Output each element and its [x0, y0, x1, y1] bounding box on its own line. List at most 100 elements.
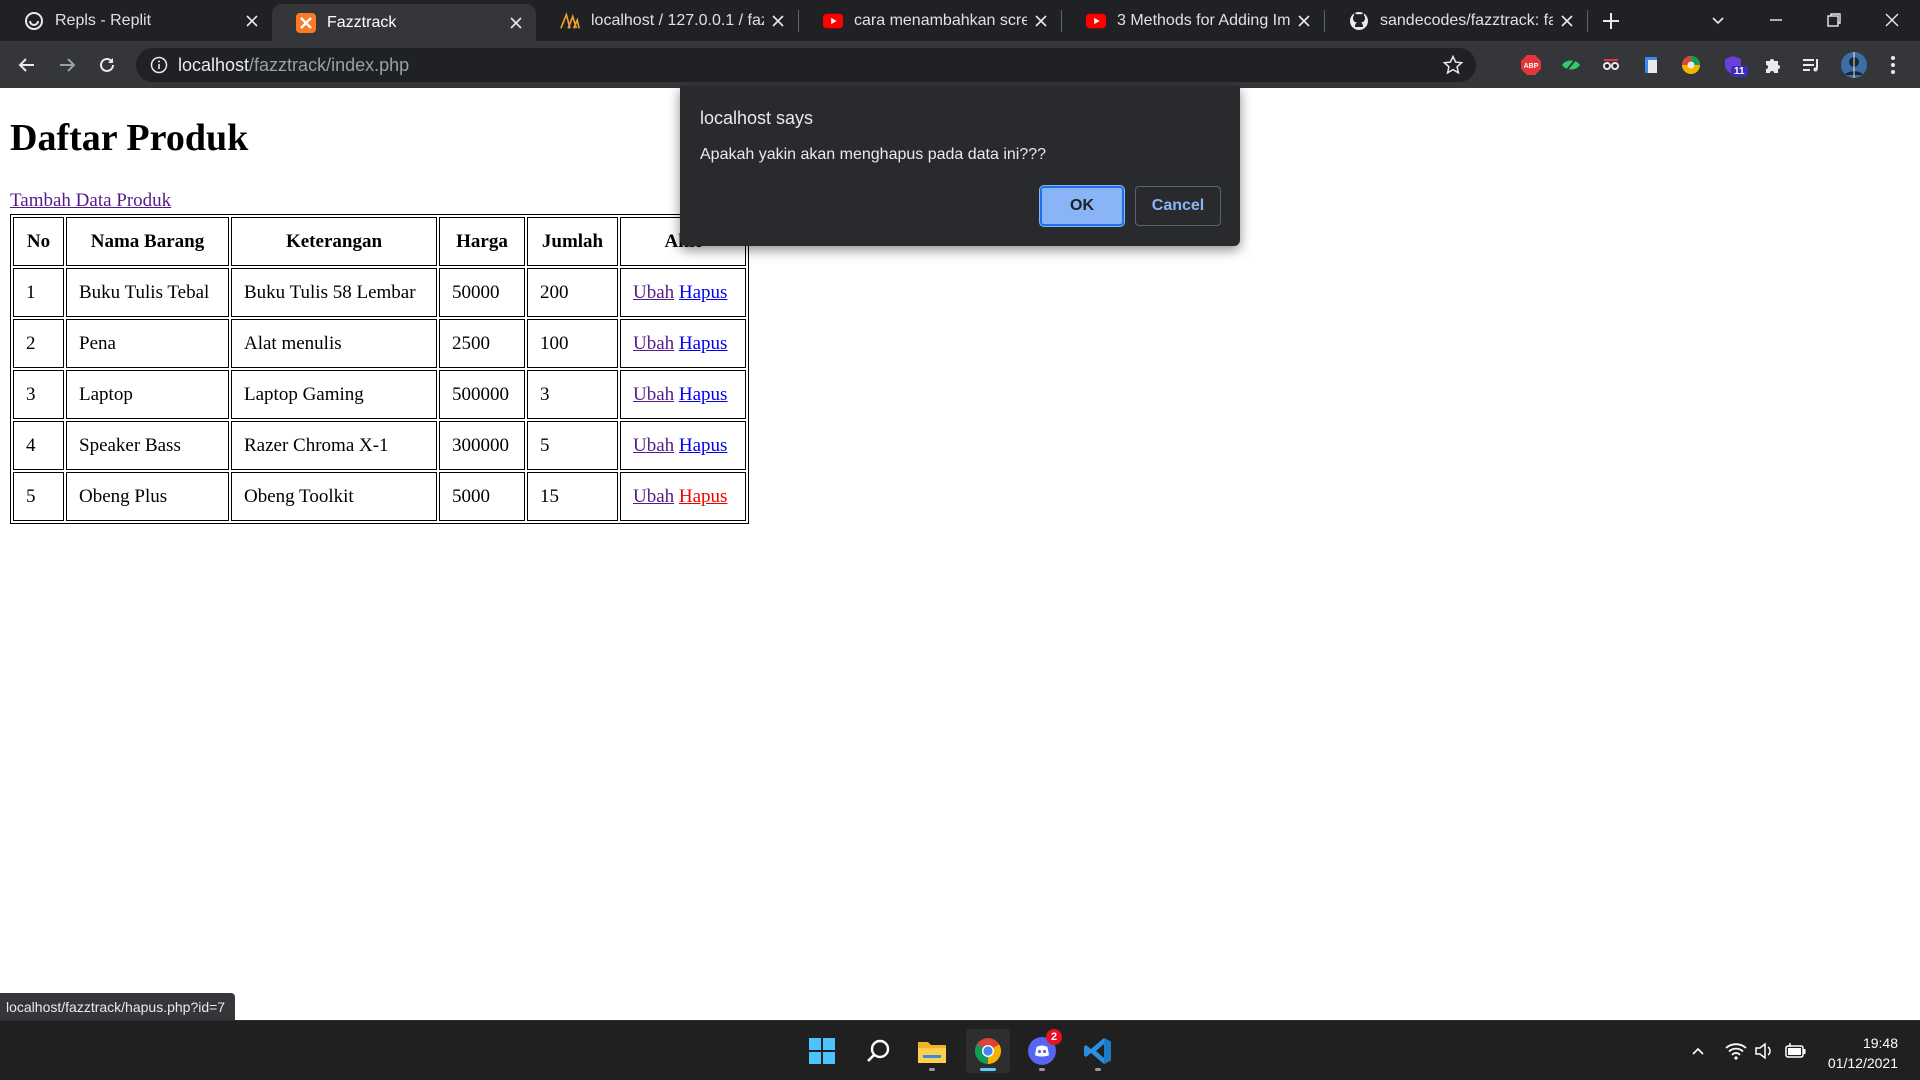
cell-price: 5000 [439, 472, 525, 521]
cell-no: 2 [13, 319, 64, 368]
adblock-plus-icon[interactable]: ABP [1520, 54, 1542, 76]
dialog-message: Apakah yakin akan menghapus pada data in… [700, 146, 1047, 163]
table-row: 4 Speaker Bass Razer Chroma X-1 300000 5… [13, 421, 746, 470]
address-bar[interactable]: localhost/fazztrack/index.php [136, 48, 1476, 82]
vscode-icon[interactable] [1076, 1029, 1120, 1073]
delete-link[interactable]: Hapus [679, 486, 728, 507]
running-indicator [1095, 1068, 1101, 1071]
battery-icon[interactable] [1784, 1039, 1808, 1063]
header-desc: Keterangan [231, 217, 437, 266]
close-icon[interactable] [770, 13, 786, 29]
add-product-link[interactable]: Tambah Data Produk [10, 190, 171, 212]
table-row: 1 Buku Tulis Tebal Buku Tulis 58 Lembar … [13, 268, 746, 317]
tab-github[interactable]: sandecodes/fazztrack: fazztrack [1325, 0, 1587, 41]
restore-icon[interactable] [1806, 0, 1862, 40]
tab-fazztrack[interactable]: Fazztrack [272, 4, 536, 41]
chevron-up-icon[interactable] [1686, 1039, 1710, 1063]
site-info-icon[interactable] [150, 56, 168, 74]
avatar[interactable] [1840, 51, 1868, 79]
close-icon[interactable] [1033, 13, 1049, 29]
search-icon[interactable] [856, 1029, 900, 1073]
url-text: localhost/fazztrack/index.php [178, 55, 409, 76]
url-path: /fazztrack/index.php [249, 55, 410, 75]
cell-qty: 3 [527, 370, 618, 419]
youtube-icon [823, 11, 843, 31]
extension-badge-icon[interactable]: 11 [1722, 54, 1748, 77]
header-no: No [13, 217, 64, 266]
cell-qty: 200 [527, 268, 618, 317]
dialog-title: localhost says [700, 108, 814, 128]
close-icon[interactable] [1559, 13, 1575, 29]
reload-icon[interactable] [91, 49, 123, 81]
cell-actions: Ubah Hapus [620, 472, 746, 521]
cell-name: Pena [66, 319, 229, 368]
cell-qty: 5 [527, 421, 618, 470]
cell-desc: Buku Tulis 58 Lembar [231, 268, 437, 317]
windows-start-icon[interactable] [800, 1029, 844, 1073]
tab-title: cara menambahkan screenshot [854, 11, 1027, 29]
delete-link[interactable]: Hapus [679, 435, 728, 456]
cancel-button[interactable]: Cancel [1135, 186, 1221, 226]
edit-link[interactable]: Ubah [633, 282, 674, 303]
cell-desc: Alat menulis [231, 319, 437, 368]
close-icon[interactable] [244, 13, 260, 29]
close-window-icon[interactable] [1864, 0, 1920, 40]
back-icon[interactable] [11, 49, 43, 81]
bookmark-star-icon[interactable] [1442, 54, 1464, 76]
volume-icon[interactable] [1752, 1039, 1776, 1063]
confirm-dialog: localhost says Apakah yakin akan menghap… [680, 86, 1240, 246]
close-icon[interactable] [508, 15, 524, 31]
file-explorer-icon[interactable] [910, 1029, 954, 1073]
tab-youtube-2[interactable]: 3 Methods for Adding Images [1062, 0, 1324, 41]
cell-actions: Ubah Hapus [620, 319, 746, 368]
cell-actions: Ubah Hapus [620, 421, 746, 470]
tab-title: sandecodes/fazztrack: fazztrack [1380, 11, 1553, 29]
puzzle-icon[interactable] [1762, 54, 1784, 76]
wifi-icon[interactable] [1724, 1039, 1748, 1063]
discord-badge: 2 [1046, 1029, 1062, 1045]
forward-icon[interactable] [51, 49, 83, 81]
delete-link[interactable]: Hapus [679, 384, 728, 405]
close-icon[interactable] [1296, 13, 1312, 29]
menu-icon[interactable] [1882, 54, 1904, 76]
cell-no: 4 [13, 421, 64, 470]
ok-button[interactable]: OK [1040, 186, 1124, 226]
tab-title: localhost / 127.0.0.1 / fazztrack [591, 11, 764, 29]
extension-green-icon[interactable] [1560, 54, 1582, 76]
tab-title: Repls - Replit [55, 11, 152, 29]
status-url: localhost/fazztrack/hapus.php?id=7 [0, 993, 236, 1020]
tab-strip: Repls - Replit Fazztrack localhost / 127… [0, 0, 1920, 41]
cell-qty: 100 [527, 319, 618, 368]
minimize-icon[interactable] [1748, 0, 1804, 40]
delete-link[interactable]: Hapus [679, 333, 728, 354]
extension-page-icon[interactable] [1640, 54, 1662, 76]
header-price: Harga [439, 217, 525, 266]
edit-link[interactable]: Ubah [633, 486, 674, 507]
products-table: No Nama Barang Keterangan Harga Jumlah A… [10, 214, 749, 524]
taskbar: 2 19:48 01/12/2021 [0, 1020, 1920, 1080]
chrome-icon[interactable] [966, 1029, 1010, 1073]
running-indicator [1039, 1068, 1045, 1071]
cell-name: Obeng Plus [66, 472, 229, 521]
discord-icon[interactable]: 2 [1020, 1029, 1064, 1073]
delete-link[interactable]: Hapus [679, 282, 728, 303]
cell-no: 3 [13, 370, 64, 419]
clock-time: 19:48 [1862, 1035, 1898, 1051]
tab-replit[interactable]: Repls - Replit [0, 0, 272, 41]
new-tab-icon[interactable] [1598, 8, 1624, 34]
tab-youtube-1[interactable]: cara menambahkan screenshot [799, 0, 1061, 41]
edit-link[interactable]: Ubah [633, 333, 674, 354]
tab-search-icon[interactable] [1690, 0, 1746, 40]
tab-phpmyadmin[interactable]: localhost / 127.0.0.1 / fazztrack [536, 0, 798, 41]
cell-price: 500000 [439, 370, 525, 419]
extension-eyes-icon[interactable] [1600, 54, 1622, 76]
table-row: 2 Pena Alat menulis 2500 100 Ubah Hapus [13, 319, 746, 368]
reading-list-icon[interactable] [1800, 54, 1822, 76]
cell-actions: Ubah Hapus [620, 370, 746, 419]
edit-link[interactable]: Ubah [633, 435, 674, 456]
extension-color-icon[interactable] [1680, 54, 1702, 76]
youtube-icon [1086, 11, 1106, 31]
clock[interactable]: 19:48 01/12/2021 [1828, 1033, 1898, 1073]
xampp-icon [296, 12, 316, 33]
edit-link[interactable]: Ubah [633, 384, 674, 405]
